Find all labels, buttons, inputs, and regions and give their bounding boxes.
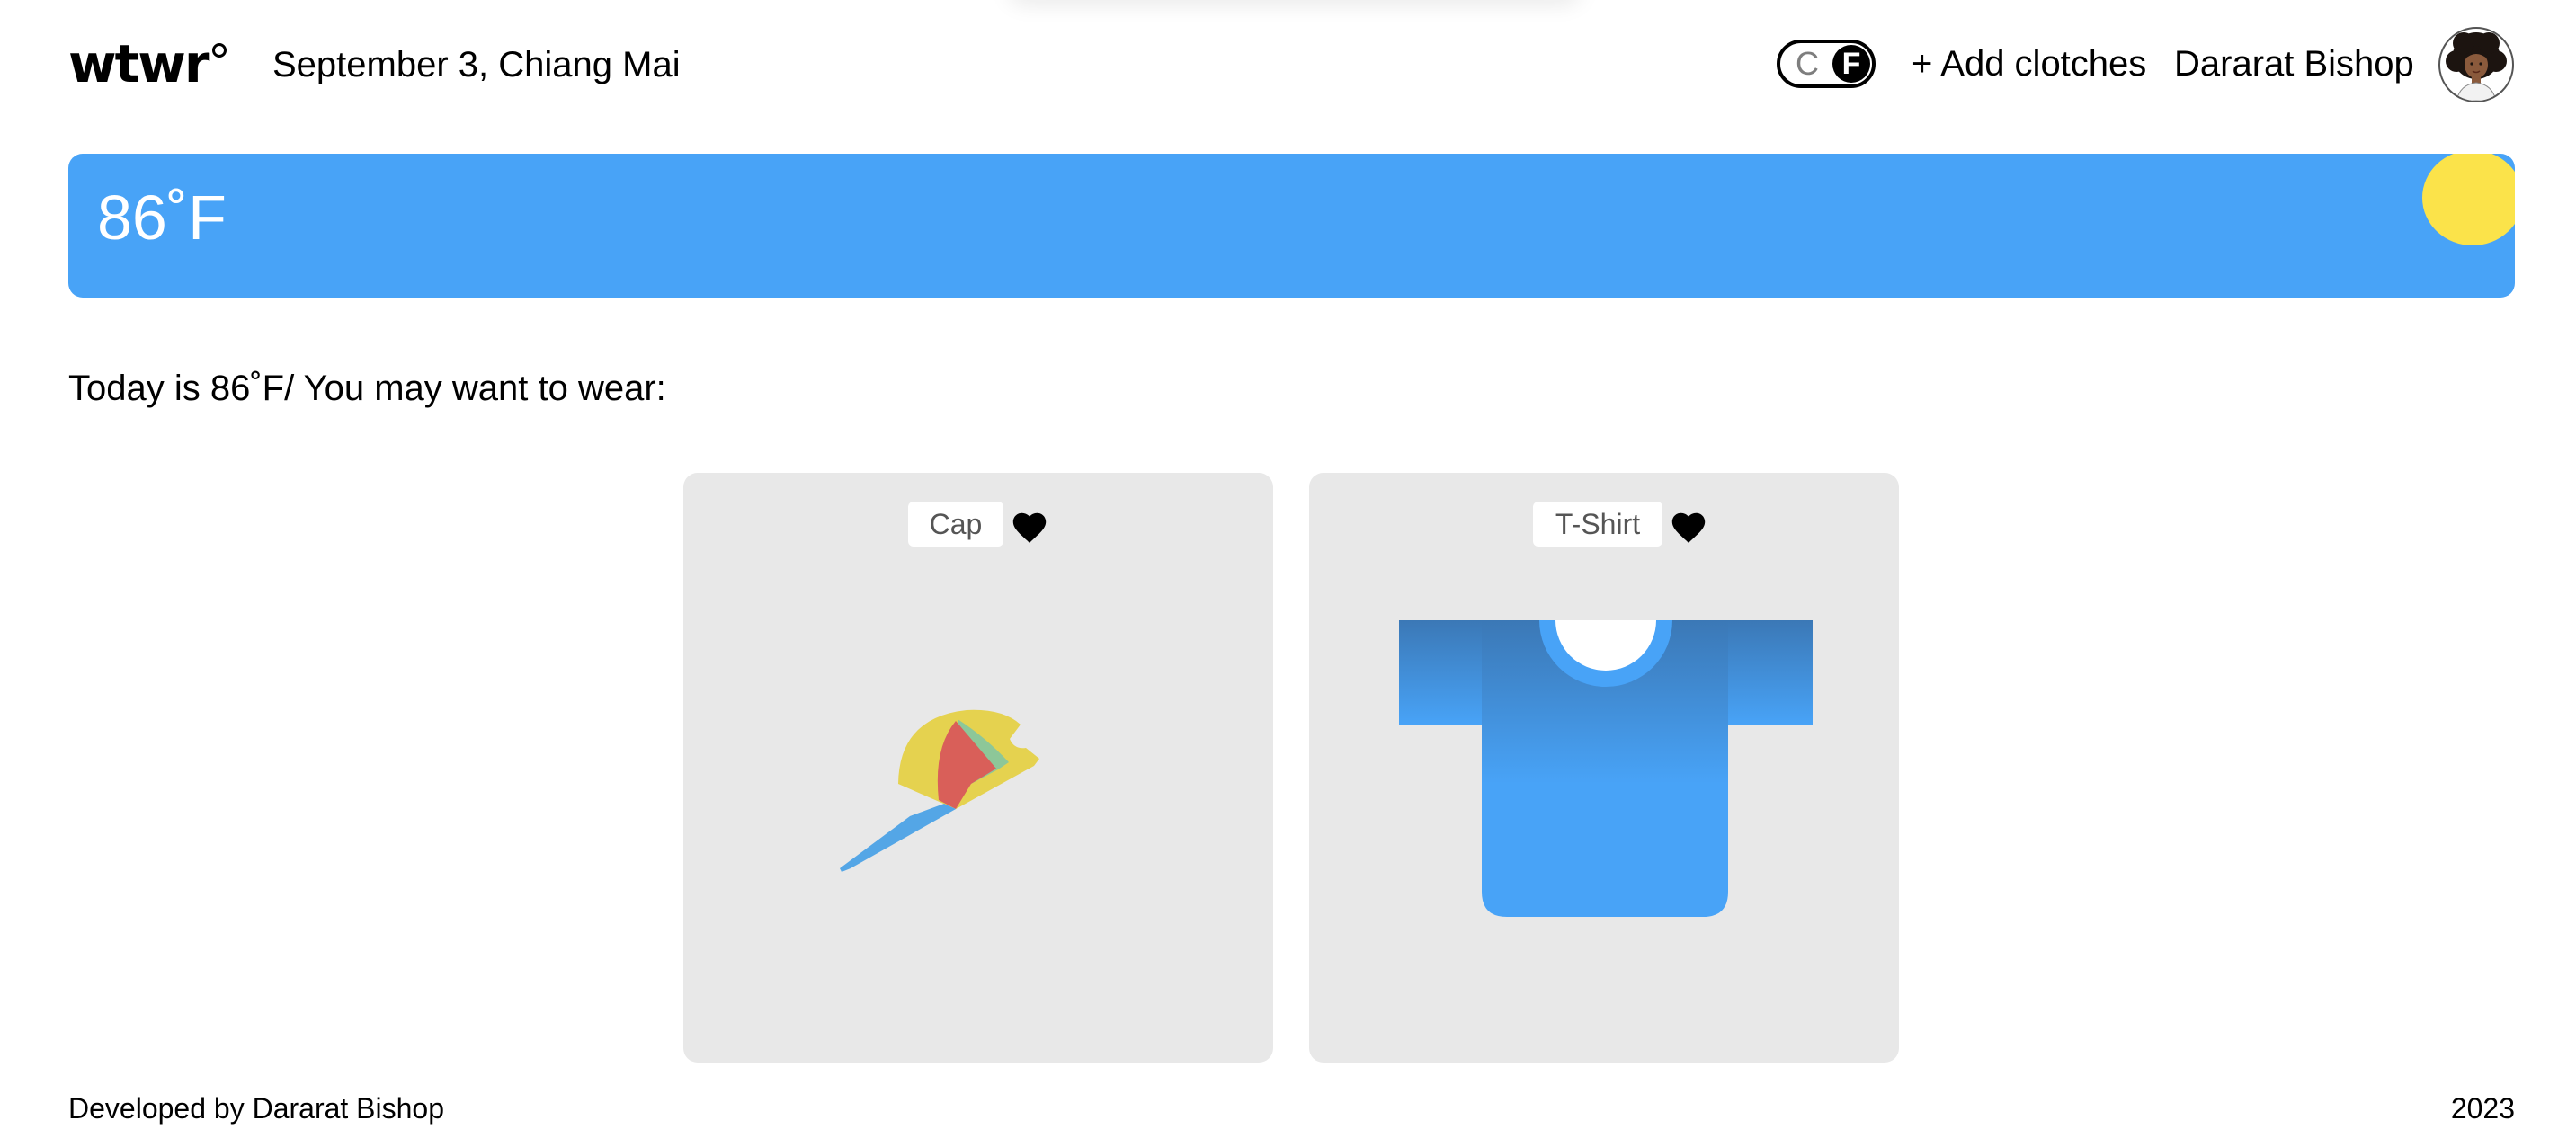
heart-icon [1671, 512, 1706, 543]
weather-temperature: 86˚F [97, 182, 227, 253]
logo-text: wtwr [68, 33, 209, 94]
add-clothes-button[interactable]: + Add clotches [1912, 38, 2146, 90]
logo-degree-mark [211, 43, 227, 58]
header: wtwr September 3, Chiang Mai C F + Add c… [0, 0, 2576, 129]
card-label-cap: Cap [908, 502, 1003, 547]
card-image-cap [827, 649, 1097, 878]
card-label-t-shirt: T-Shirt [1533, 502, 1662, 547]
user-avatar-icon [2446, 32, 2507, 101]
heart-icon [1012, 512, 1047, 543]
clothing-card-cap[interactable]: Cap [683, 473, 1273, 1063]
sun-icon [2422, 154, 2515, 245]
avatar[interactable] [2438, 27, 2514, 102]
clothing-card-t-shirt[interactable]: T-Shirt [1309, 473, 1899, 1063]
like-button-t-shirt[interactable] [1671, 512, 1706, 545]
date-location: September 3, Chiang Mai [272, 45, 681, 84]
logo[interactable]: wtwr [68, 32, 227, 95]
toggle-option-f[interactable]: F [1832, 45, 1870, 83]
footer-year: 2023 [2450, 1092, 2515, 1125]
temperature-unit-toggle[interactable]: C F [1777, 40, 1876, 88]
recommendation-text: Today is 86˚F/ You may want to wear: [68, 369, 666, 408]
card-image-t-shirt [1399, 620, 1813, 927]
footer-developer: Developed by Dararat Bishop [68, 1092, 445, 1125]
t-shirt-icon [1399, 620, 1813, 917]
toggle-option-c[interactable]: C [1789, 43, 1825, 84]
like-button-cap[interactable] [1012, 512, 1047, 545]
weather-banner: 86˚F [68, 154, 2515, 298]
user-name[interactable]: Dararat Bishop [2174, 38, 2414, 90]
cap-icon [840, 709, 1039, 872]
